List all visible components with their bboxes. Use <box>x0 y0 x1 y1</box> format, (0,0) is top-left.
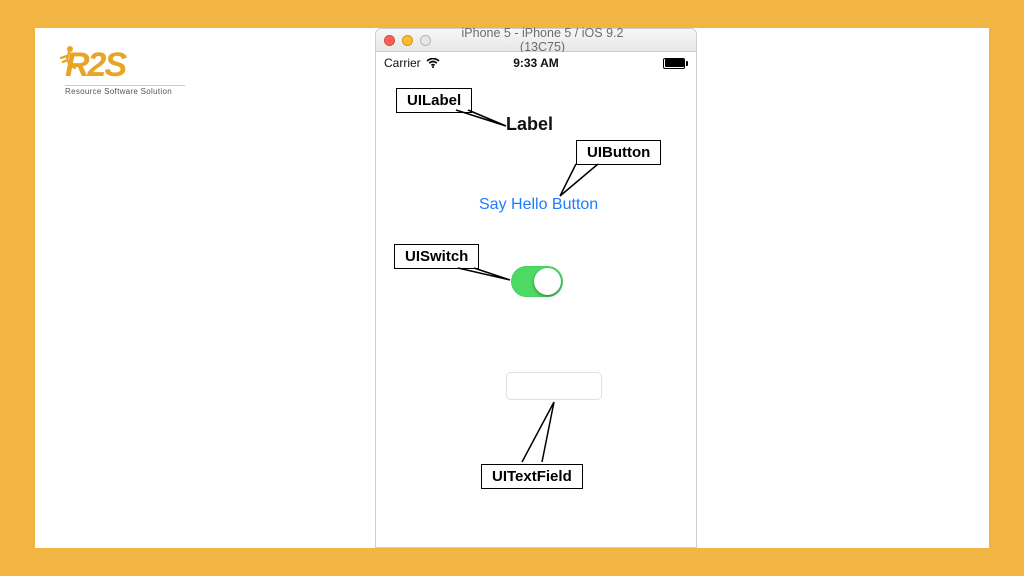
uitextfield[interactable] <box>506 372 602 400</box>
callout-uibutton: UIButton <box>576 140 661 165</box>
window-titlebar[interactable]: iPhone 5 - iPhone 5 / iOS 9.2 (13C75) <box>375 28 697 52</box>
runner-icon <box>59 44 77 78</box>
callout-uiswitch: UISwitch <box>394 244 479 269</box>
status-bar: Carrier 9:33 AM <box>376 52 696 74</box>
switch-knob <box>534 268 561 295</box>
zoom-icon[interactable] <box>420 35 431 46</box>
phone-screen: Carrier 9:33 AM La <box>375 52 697 548</box>
minimize-icon[interactable] <box>402 35 413 46</box>
uiswitch[interactable] <box>511 266 563 297</box>
callout-uilabel: UILabel <box>396 88 472 113</box>
brand-logo: R2S Resource Software Solution <box>65 46 185 96</box>
battery-icon <box>663 58 688 69</box>
callout-pointer-icon <box>456 266 516 290</box>
callout-pointer-icon <box>516 400 576 464</box>
say-hello-button[interactable]: Say Hello Button <box>479 196 598 214</box>
close-icon[interactable] <box>384 35 395 46</box>
wifi-icon <box>426 58 440 68</box>
uilabel: Label <box>506 114 553 135</box>
window-title: iPhone 5 - iPhone 5 / iOS 9.2 (13C75) <box>439 26 688 54</box>
logo-tagline: Resource Software Solution <box>65 85 185 96</box>
simulator-window: iPhone 5 - iPhone 5 / iOS 9.2 (13C75) Ca… <box>375 28 697 548</box>
callout-uitextfield: UITextField <box>481 464 583 489</box>
carrier-label: Carrier <box>384 56 421 70</box>
